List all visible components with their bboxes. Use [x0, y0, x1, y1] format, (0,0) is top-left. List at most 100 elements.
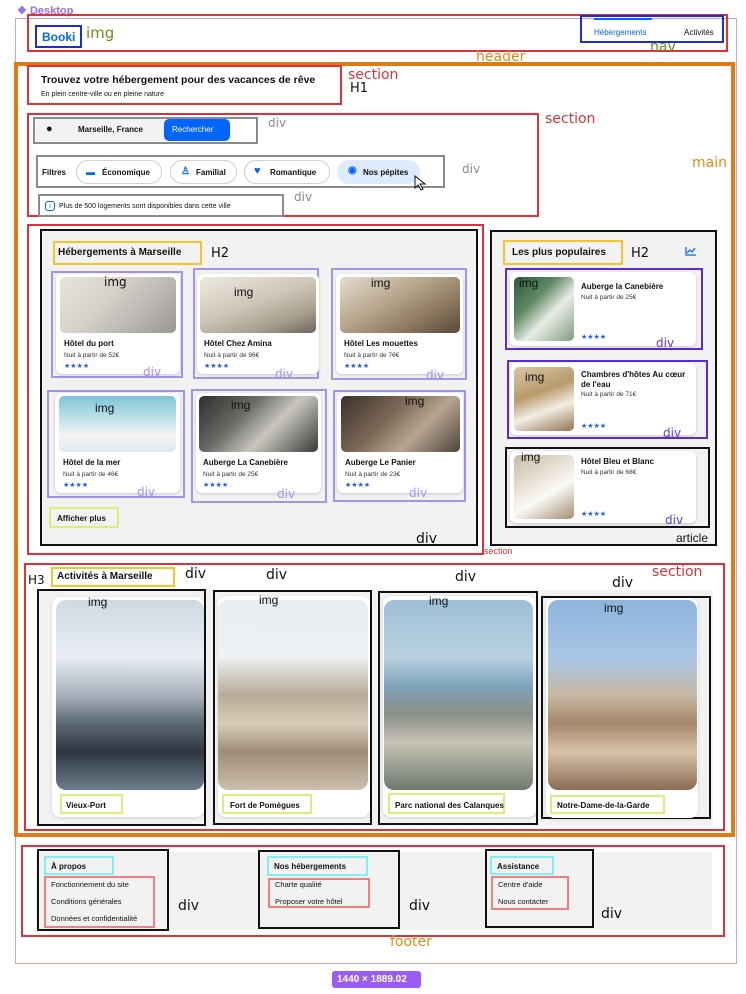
rating-stars: ★★★★	[581, 423, 607, 430]
footer-link[interactable]: Centre d'aide	[498, 880, 542, 889]
rating-stars: ★★★★	[204, 363, 230, 370]
footer-link[interactable]: Conditions générales	[51, 897, 121, 906]
hebergements-section-annotation: section	[484, 546, 513, 556]
populaire-div-annotation: div	[663, 426, 682, 440]
search-div-annotation: div	[268, 116, 287, 130]
card-div-annotation: div	[426, 368, 445, 382]
activites-section-annotation: section	[652, 564, 703, 580]
rating-stars: ★★★★	[203, 482, 229, 489]
info-icon: i	[45, 201, 55, 211]
trend-chart-icon[interactable]	[685, 246, 697, 256]
h1-annotation: H1	[350, 81, 369, 96]
logo-box[interactable]: Booki	[35, 25, 82, 48]
heart-icon: ♥	[254, 165, 261, 177]
h2-annotation-hebergements: H2	[211, 246, 230, 261]
location-pin-icon: ●	[46, 123, 53, 135]
h3-annotation: H3	[28, 573, 45, 587]
img-annotation: img	[405, 394, 425, 408]
rating-stars: ★★★★	[63, 482, 89, 489]
activites-title: Activités à Marseille	[57, 571, 153, 582]
rating-stars: ★★★★	[345, 482, 371, 489]
notre-dame-photo	[548, 600, 697, 790]
nav-item-activites[interactable]: Activités	[684, 28, 714, 37]
activites-div-annotation: div	[455, 569, 477, 585]
info-text: Plus de 500 logements sont disponibles d…	[59, 203, 231, 210]
img-annotation: img	[429, 594, 449, 608]
activity-label-box: Parc national des Calanques	[388, 793, 505, 814]
filters-div-annotation: div	[462, 162, 481, 176]
info-div-annotation: div	[294, 190, 313, 204]
calanques-photo	[384, 600, 533, 790]
img-annotation: img	[231, 398, 251, 412]
page-title: Trouvez votre hébergement pour des vacan…	[41, 74, 316, 86]
footer-div-annotation: div	[409, 898, 431, 914]
component-icon: ❖	[17, 5, 27, 17]
activites-div-annotation: div	[266, 567, 288, 583]
footer-link[interactable]: Nous contacter	[498, 897, 548, 906]
main-annotation: main	[692, 155, 727, 171]
footer-column-title: Nos hébergements	[274, 862, 347, 871]
img-annotation: img	[104, 275, 127, 289]
article-annotation: article	[676, 531, 709, 545]
filter-economique[interactable]: ▬ Économique	[76, 160, 162, 184]
footer-link[interactable]: Fonctionnement du site	[51, 880, 129, 889]
footer-link[interactable]: Données et confidentialité	[51, 914, 137, 923]
fort-de-pomegues-photo	[218, 600, 368, 790]
rating-stars: ★★★★	[581, 334, 607, 341]
child-icon: ♙	[181, 166, 190, 177]
card-div-annotation: div	[275, 367, 294, 381]
hebergements-div-annotation: div	[416, 531, 438, 547]
populaire-div-annotation: div	[656, 336, 675, 350]
hotel-les-mouettes-photo	[340, 277, 460, 333]
activites-div-annotation: div	[612, 575, 634, 591]
activites-div-annotation: div	[185, 566, 207, 582]
img-annotation: img	[88, 595, 108, 609]
nav-item-hebergements[interactable]: Hébergements	[594, 28, 646, 37]
search-button[interactable]: Rechercher	[164, 119, 230, 141]
filter-familial[interactable]: ♙ Familial	[170, 160, 237, 184]
filter-romantique[interactable]: ♥ Romantique	[244, 160, 330, 184]
hotel-chez-amina-photo	[200, 277, 316, 333]
img-annotation: img	[234, 285, 254, 299]
mouse-cursor-icon	[414, 175, 427, 191]
hebergement-card[interactable]: Hôtel Les mouettes Nuit à partir de 76€ …	[336, 274, 463, 374]
hebergement-card[interactable]: Auberge La Canebière Nuit à partir de 25…	[196, 393, 321, 493]
img-annotation: img	[259, 593, 279, 607]
footer-column-title: Assistance	[497, 862, 540, 871]
hebergement-card[interactable]: Hôtel Chez Amina Nuit à partir de 96€ ★★…	[197, 274, 319, 374]
hebergement-card[interactable]: Hôtel du port Nuit à partir de 52€ ★★★★	[56, 274, 180, 374]
card-div-annotation: div	[137, 485, 156, 499]
nav-annotation: nav	[650, 39, 676, 55]
activity-label: Vieux-Port	[66, 801, 106, 810]
activity-label-box: Vieux-Port	[60, 794, 123, 814]
filters-label: Filtres	[42, 168, 67, 177]
img-annotation: img	[604, 601, 624, 615]
activity-label-box: Notre-Dame-de-la-Garde	[550, 795, 665, 814]
show-more-button[interactable]: Afficher plus	[49, 507, 119, 528]
auberge-la-canebiere-photo	[199, 396, 318, 452]
footer-div-annotation: div	[601, 906, 623, 922]
populaire-div-annotation: div	[665, 513, 684, 527]
logo-img-annotation: img	[86, 24, 115, 42]
footer-div-annotation: div	[178, 898, 200, 914]
auberge-le-panier-photo	[341, 396, 460, 452]
page-subtitle: En plein centre-ville ou en pleine natur…	[41, 91, 164, 98]
hotel-bleu-et-blanc-photo	[514, 455, 574, 519]
filter-nos-pepites[interactable]: ◉ Nos pépites	[337, 160, 420, 184]
hebergement-card[interactable]: Hôtel de la mer Nuit à partir de 46€ ★★★…	[55, 393, 180, 493]
hebergement-card[interactable]: Auberge Le Panier Nuit à partir de 23€ ★…	[337, 393, 463, 493]
info-box: i Plus de 500 logements sont disponibles…	[38, 194, 284, 217]
img-annotation: img	[371, 276, 391, 290]
populaires-title: Les plus populaires	[512, 247, 606, 258]
card-div-annotation: div	[409, 486, 428, 500]
img-annotation: img	[525, 370, 545, 384]
footer-link[interactable]: Proposer votre hôtel	[275, 897, 343, 906]
footer-link[interactable]: Charte qualité	[275, 880, 322, 889]
card-div-annotation: div	[277, 487, 296, 501]
img-annotation: img	[519, 276, 539, 290]
h2-annotation-populaires: H2	[631, 246, 650, 261]
search-field[interactable]: ● Marseille, France	[36, 119, 166, 141]
footer-column-title: À propos	[51, 862, 87, 871]
rating-stars: ★★★★	[581, 511, 607, 518]
search-input[interactable]: Marseille, France	[78, 125, 143, 134]
